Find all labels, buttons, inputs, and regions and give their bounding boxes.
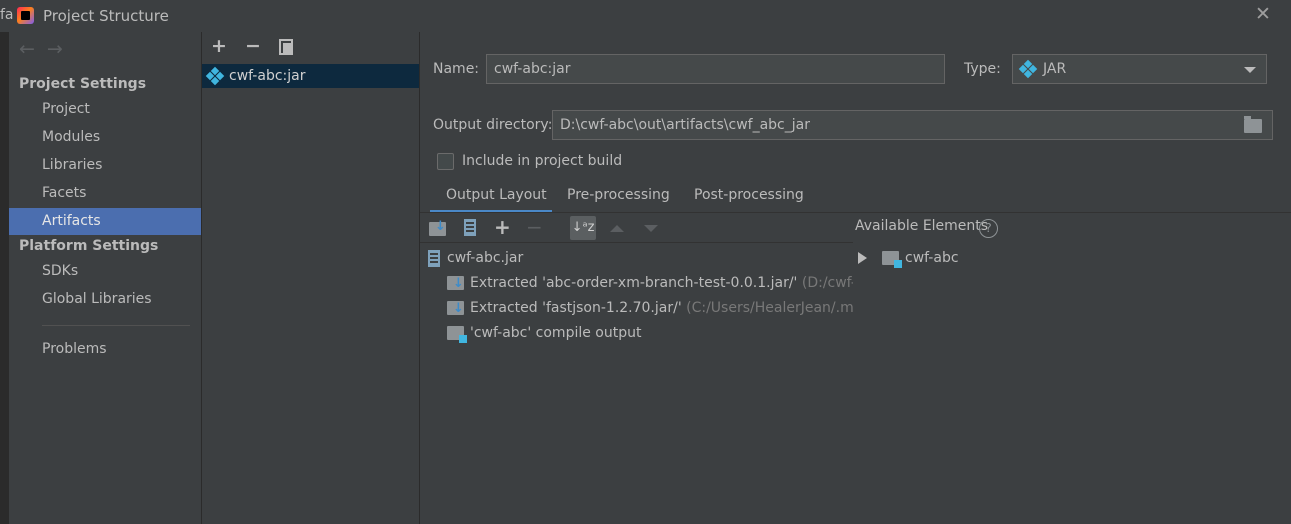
tab-output-layout[interactable]: Output Layout (430, 187, 552, 213)
module-folder-icon (447, 326, 467, 343)
tree-row-extracted-fastjson[interactable]: Extracted 'fastjson-1.2.70.jar/' (C:/Use… (447, 297, 853, 320)
expand-arrow-icon[interactable] (858, 252, 867, 264)
background-window-title: fa (0, 7, 14, 23)
extracted-jar-icon (447, 273, 464, 295)
title-bar: fa Project Structure ✕ (0, 0, 1291, 32)
extracted-fastjson-label: Extracted 'fastjson-1.2.70.jar/' (470, 300, 682, 316)
nav-arrows: ←→ (19, 38, 75, 60)
extracted-abc-path: (D:/cwf-abc/lib (801, 275, 853, 291)
compile-output-label: 'cwf-abc' compile output (470, 325, 642, 341)
artifact-details-panel: Name: cwf-abc:jar Type: JAR Output direc… (420, 32, 1291, 524)
jar-file-icon (428, 250, 440, 267)
artifact-icon (205, 66, 225, 86)
artifact-item[interactable]: cwf-abc:jar (202, 64, 419, 88)
new-folder-icon (429, 219, 446, 236)
available-element-cwf-abc[interactable]: cwf-abc (882, 247, 959, 269)
module-folder-icon (882, 251, 902, 268)
extracted-abc-label: Extracted 'abc-order-xm-branch-test-0.0.… (470, 275, 798, 291)
output-directory-label: Output directory: (433, 117, 553, 133)
create-directory-button[interactable] (426, 216, 452, 240)
artifact-list-panel: + − cwf-abc:jar (202, 32, 420, 524)
tree-row-compile-output[interactable]: 'cwf-abc' compile output (447, 322, 641, 344)
sidebar-item-sdks[interactable]: SDKs (9, 258, 201, 285)
sidebar-item-problems[interactable]: Problems (9, 336, 201, 363)
type-select-value: JAR (1043, 61, 1067, 77)
remove-element-button[interactable]: − (526, 216, 552, 240)
back-arrow-icon[interactable]: ← (19, 38, 47, 60)
move-down-button[interactable] (637, 216, 663, 240)
sidebar-item-project[interactable]: Project (9, 96, 201, 123)
copy-artifact-icon[interactable] (279, 39, 295, 55)
output-directory-input[interactable]: D:\cwf-abc\out\artifacts\cwf_abc_jar (552, 110, 1273, 140)
extracted-fastjson-path: (C:/Users/HealerJean/.m2/repo (686, 300, 853, 316)
available-element-label: cwf-abc (905, 250, 959, 266)
move-up-icon (610, 225, 624, 232)
move-down-icon (644, 225, 658, 232)
platform-settings-header: Platform Settings (19, 238, 159, 254)
sort-elements-button[interactable]: ↓ᵃz (570, 216, 596, 240)
remove-artifact-button[interactable]: − (245, 35, 261, 57)
sidebar-item-facets[interactable]: Facets (9, 180, 201, 207)
available-elements-title: Available Elements (855, 218, 989, 234)
chevron-down-icon (1244, 67, 1256, 73)
tab-post-processing[interactable]: Post-processing (694, 187, 804, 213)
background-window-strip (0, 32, 9, 524)
artifact-toolbar: + − (202, 32, 419, 62)
type-select[interactable]: JAR (1012, 54, 1267, 84)
sidebar-item-libraries[interactable]: Libraries (9, 152, 201, 179)
tree-root-label: cwf-abc.jar (447, 250, 524, 266)
include-in-build-checkbox[interactable] (437, 153, 454, 170)
tree-root-jar[interactable]: cwf-abc.jar (426, 247, 523, 269)
create-archive-button[interactable] (458, 216, 484, 240)
move-up-button[interactable] (603, 216, 629, 240)
jar-type-icon (1018, 59, 1038, 79)
settings-sidebar: ←→ Project Settings Project Modules Libr… (9, 32, 202, 524)
name-label: Name: (433, 61, 480, 77)
tab-pre-processing[interactable]: Pre-processing (567, 187, 670, 213)
sidebar-item-modules[interactable]: Modules (9, 124, 201, 151)
output-layout-toolbar: + − ↓ᵃz (420, 213, 853, 243)
sidebar-item-global-libraries[interactable]: Global Libraries (9, 286, 201, 313)
window-title: Project Structure (43, 7, 169, 25)
sidebar-divider (42, 325, 190, 326)
intellij-app-icon (17, 7, 34, 24)
output-directory-value: D:\cwf-abc\out\artifacts\cwf_abc_jar (560, 117, 810, 133)
add-element-button[interactable]: + (494, 216, 520, 240)
artifact-item-label: cwf-abc:jar (229, 68, 306, 84)
project-settings-header: Project Settings (19, 76, 147, 92)
help-icon[interactable]: ? (979, 219, 998, 238)
sidebar-item-artifacts[interactable]: Artifacts (9, 208, 201, 235)
add-artifact-button[interactable]: + (211, 35, 227, 57)
output-layout-tree: cwf-abc.jar Extracted 'abc-order-xm-bran… (420, 244, 853, 364)
type-label: Type: (964, 61, 1001, 77)
extracted-jar-icon (447, 298, 464, 320)
close-icon[interactable]: ✕ (1255, 3, 1271, 25)
archive-icon (464, 219, 476, 236)
include-in-build-label[interactable]: Include in project build (462, 153, 622, 169)
browse-folder-icon[interactable] (1244, 116, 1262, 133)
forward-arrow-icon[interactable]: → (47, 38, 75, 60)
name-input[interactable]: cwf-abc:jar (486, 54, 945, 84)
tree-row-extracted-abc[interactable]: Extracted 'abc-order-xm-branch-test-0.0.… (447, 272, 853, 295)
